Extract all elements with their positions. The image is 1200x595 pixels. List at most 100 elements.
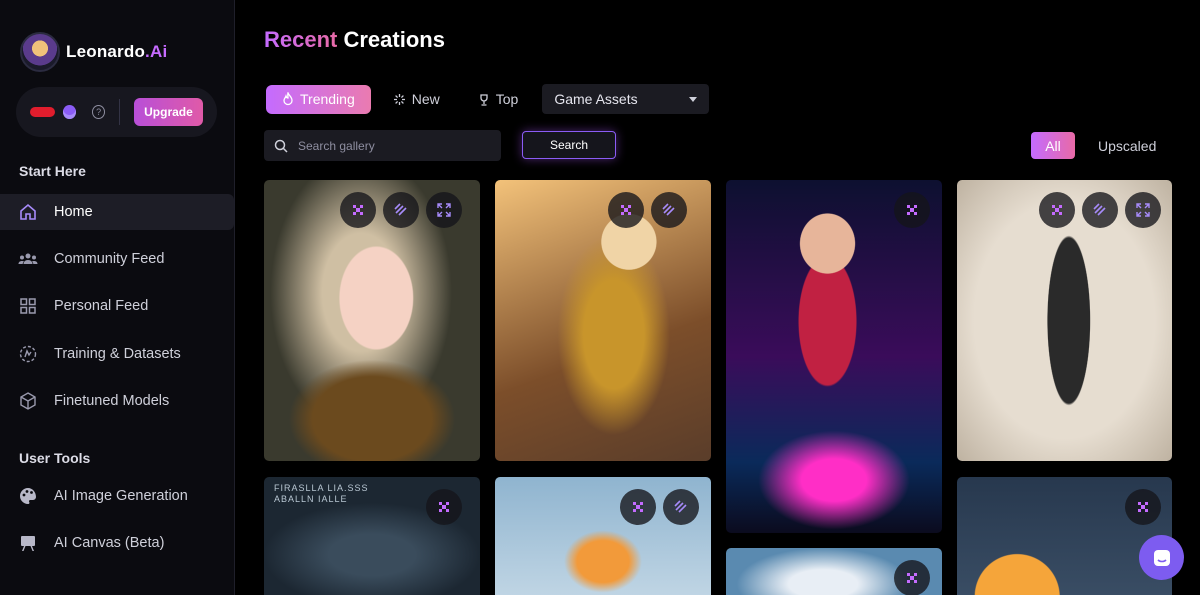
- remix-button[interactable]: [894, 560, 930, 595]
- expand-icon: [1136, 203, 1150, 217]
- sparkle-icon: [393, 93, 405, 105]
- home-icon: [18, 202, 38, 222]
- slashes-icon: [394, 203, 407, 216]
- gallery-image-card[interactable]: [957, 477, 1172, 595]
- prompt-button[interactable]: [383, 192, 419, 228]
- gallery-image-card[interactable]: FIRASLLA LIA.SSS ABALLN IALLE: [264, 477, 480, 595]
- sidebar-item-label: AI Canvas (Beta): [54, 535, 165, 551]
- gallery-image-card[interactable]: [495, 477, 711, 595]
- sidebar: Leonardo.Ai ? Upgrade Start Here Home Co…: [0, 0, 235, 595]
- cube-icon: [18, 391, 38, 411]
- section-title-start-here: Start Here: [19, 163, 86, 179]
- remix-button[interactable]: [426, 489, 462, 525]
- tab-label: Top: [495, 91, 519, 107]
- expand-icon: [437, 203, 451, 217]
- remix-button[interactable]: [620, 489, 656, 525]
- card-actions: [894, 560, 930, 595]
- search-input[interactable]: [298, 138, 478, 153]
- prompt-button[interactable]: [1082, 192, 1118, 228]
- image-caption-text: FIRASLLA LIA.SSS ABALLN IALLE: [274, 483, 369, 504]
- category-select[interactable]: Game Assets: [542, 84, 710, 114]
- card-actions: [894, 192, 930, 228]
- filter-bar: Trending New Top Game Assets: [266, 84, 710, 114]
- slashes-icon: [1093, 203, 1106, 216]
- prompt-button[interactable]: [663, 489, 699, 525]
- brand-logo: [20, 32, 60, 72]
- category-select-value: Game Assets: [554, 91, 638, 107]
- sidebar-item-label: AI Image Generation: [54, 488, 188, 504]
- card-actions: [608, 192, 687, 228]
- grid-icon: [18, 296, 38, 316]
- filter-all-button[interactable]: All: [1031, 132, 1075, 159]
- expand-button[interactable]: [426, 192, 462, 228]
- sidebar-item-training-datasets[interactable]: Training & Datasets: [0, 336, 234, 372]
- remix-icon: [1052, 205, 1062, 215]
- remix-icon: [907, 573, 917, 583]
- filter-upscaled-button[interactable]: Upscaled: [1090, 132, 1164, 159]
- token-count-redacted: [30, 107, 56, 117]
- expand-button[interactable]: [1125, 192, 1161, 228]
- trophy-icon: [480, 93, 488, 106]
- tab-top[interactable]: Top: [462, 85, 535, 114]
- tab-label: New: [411, 91, 440, 107]
- tab-label: Trending: [300, 91, 355, 107]
- remix-icon: [633, 502, 643, 512]
- card-actions: [340, 192, 462, 228]
- training-icon: [18, 344, 38, 364]
- remix-button[interactable]: [608, 192, 644, 228]
- card-actions: [426, 489, 462, 525]
- remix-icon: [353, 205, 363, 215]
- prompt-button[interactable]: [651, 192, 687, 228]
- search-icon: [274, 139, 288, 153]
- remix-icon: [621, 205, 631, 215]
- sidebar-item-ai-image-generation[interactable]: AI Image Generation: [0, 478, 234, 514]
- sidebar-item-label: Finetuned Models: [54, 393, 170, 409]
- search-field[interactable]: [264, 130, 501, 161]
- card-actions: [1125, 489, 1161, 525]
- sidebar-item-label: Home: [54, 204, 93, 220]
- card-actions: [620, 489, 699, 525]
- gallery-image-card[interactable]: [495, 180, 711, 461]
- gallery-image-card[interactable]: [726, 180, 942, 533]
- gallery-image-card[interactable]: [957, 180, 1172, 461]
- section-title-user-tools: User Tools: [19, 450, 91, 466]
- card-actions: [1039, 192, 1161, 228]
- sidebar-item-finetuned-models[interactable]: Finetuned Models: [0, 383, 234, 419]
- divider: [119, 99, 120, 125]
- tab-new[interactable]: New: [377, 85, 456, 114]
- brand[interactable]: Leonardo.Ai: [20, 32, 167, 72]
- sidebar-item-label: Community Feed: [54, 251, 165, 267]
- sidebar-item-ai-canvas[interactable]: AI Canvas (Beta): [0, 525, 234, 561]
- remix-button[interactable]: [1125, 489, 1161, 525]
- remix-button[interactable]: [1039, 192, 1075, 228]
- easel-icon: [18, 533, 38, 553]
- slashes-icon: [674, 500, 687, 513]
- remix-button[interactable]: [894, 192, 930, 228]
- sidebar-item-label: Personal Feed: [54, 298, 149, 314]
- token-balance: ? Upgrade: [16, 87, 217, 137]
- sidebar-item-community-feed[interactable]: Community Feed: [0, 241, 234, 277]
- chevron-down-icon: [689, 96, 698, 102]
- gallery-image-card[interactable]: [264, 180, 480, 461]
- remix-icon: [1138, 502, 1148, 512]
- search-button[interactable]: Search: [522, 131, 616, 159]
- upgrade-button[interactable]: Upgrade: [133, 98, 203, 126]
- question-circle-icon[interactable]: ?: [92, 105, 106, 119]
- slashes-icon: [662, 203, 675, 216]
- sidebar-item-label: Training & Datasets: [54, 346, 181, 362]
- tab-trending[interactable]: Trending: [266, 84, 371, 114]
- gallery-image-card[interactable]: [726, 548, 942, 595]
- support-chat-button[interactable]: [1139, 535, 1184, 580]
- community-icon: [18, 249, 38, 269]
- remix-button[interactable]: [340, 192, 376, 228]
- flame-icon: [283, 92, 293, 106]
- coins-icon: [63, 105, 77, 119]
- sidebar-item-home[interactable]: Home: [0, 194, 234, 230]
- remix-icon: [907, 205, 917, 215]
- page-title: Recent Creations: [264, 27, 445, 52]
- chat-icon: [1153, 549, 1170, 566]
- remix-icon: [439, 502, 449, 512]
- brand-name: Leonardo.Ai: [66, 42, 168, 61]
- sidebar-item-personal-feed[interactable]: Personal Feed: [0, 288, 234, 324]
- palette-icon: [18, 486, 38, 506]
